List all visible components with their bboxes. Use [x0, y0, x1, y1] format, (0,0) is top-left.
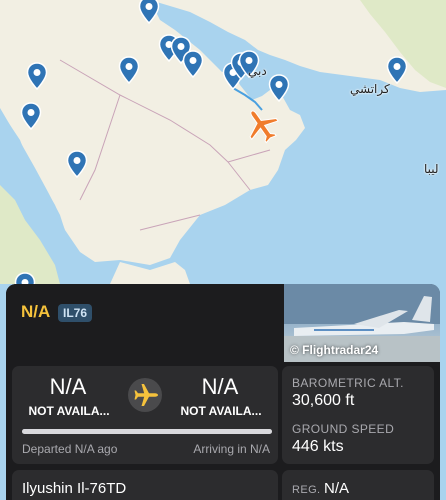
flight-callsign: N/A — [21, 302, 51, 321]
registration-value: N/A — [324, 480, 350, 497]
ground-speed-value: 446 kts — [292, 438, 344, 455]
map-pin-icon[interactable] — [66, 150, 88, 180]
arriving-text: Arriving in N/A — [193, 442, 270, 456]
aircraft-box[interactable]: Ilyushin Il-76TD — [12, 470, 278, 500]
map-pin-icon[interactable] — [138, 0, 160, 26]
map-pin-icon[interactable] — [118, 56, 140, 86]
origin-name: NOT AVAILA... — [28, 404, 110, 418]
flight-info-panel[interactable]: N/A IL76 © Flightradar24 N/A NOT AVAILA.… — [6, 284, 440, 500]
destination-name: NOT AVAILA... — [180, 404, 262, 418]
aircraft-name: Ilyushin Il-76TD — [22, 480, 127, 497]
map-pin-icon[interactable] — [20, 102, 42, 132]
panel-header: N/A IL76 — [6, 284, 284, 362]
map-label-dubai: دبي — [248, 64, 267, 78]
map-label-karachi: كراتشي — [350, 82, 390, 96]
stats-box: BAROMETRIC ALT. 30,600 ft GROUND SPEED 4… — [282, 366, 434, 464]
route-plane-icon — [128, 378, 162, 412]
registration-label: REG. — [292, 484, 321, 496]
flight-progress-bar — [22, 429, 272, 434]
aircraft-type-badge: IL76 — [58, 304, 93, 322]
map-pin-icon[interactable] — [182, 50, 204, 80]
departed-text: Departed N/A ago — [22, 442, 118, 456]
photo-credit: © Flightradar24 — [290, 343, 379, 357]
origin-code: N/A — [49, 374, 87, 399]
flight-progress-fill — [22, 429, 272, 434]
ground-speed-label: GROUND SPEED — [292, 422, 395, 436]
map-pin-icon[interactable] — [26, 62, 48, 92]
barometric-altitude-value: 30,600 ft — [292, 392, 355, 409]
map-label-edge: ليبا — [424, 162, 439, 176]
aircraft-marker-icon[interactable] — [242, 106, 282, 146]
aircraft-photo[interactable]: © Flightradar24 — [284, 284, 440, 362]
destination-code: N/A — [201, 374, 239, 399]
route-box[interactable]: N/A NOT AVAILA... N/A NOT AVAILA... Depa… — [12, 366, 278, 464]
barometric-altitude-label: BAROMETRIC ALT. — [292, 376, 404, 390]
map-pin-icon[interactable] — [268, 74, 290, 104]
registration-box[interactable]: REG. N/A — [282, 470, 434, 500]
